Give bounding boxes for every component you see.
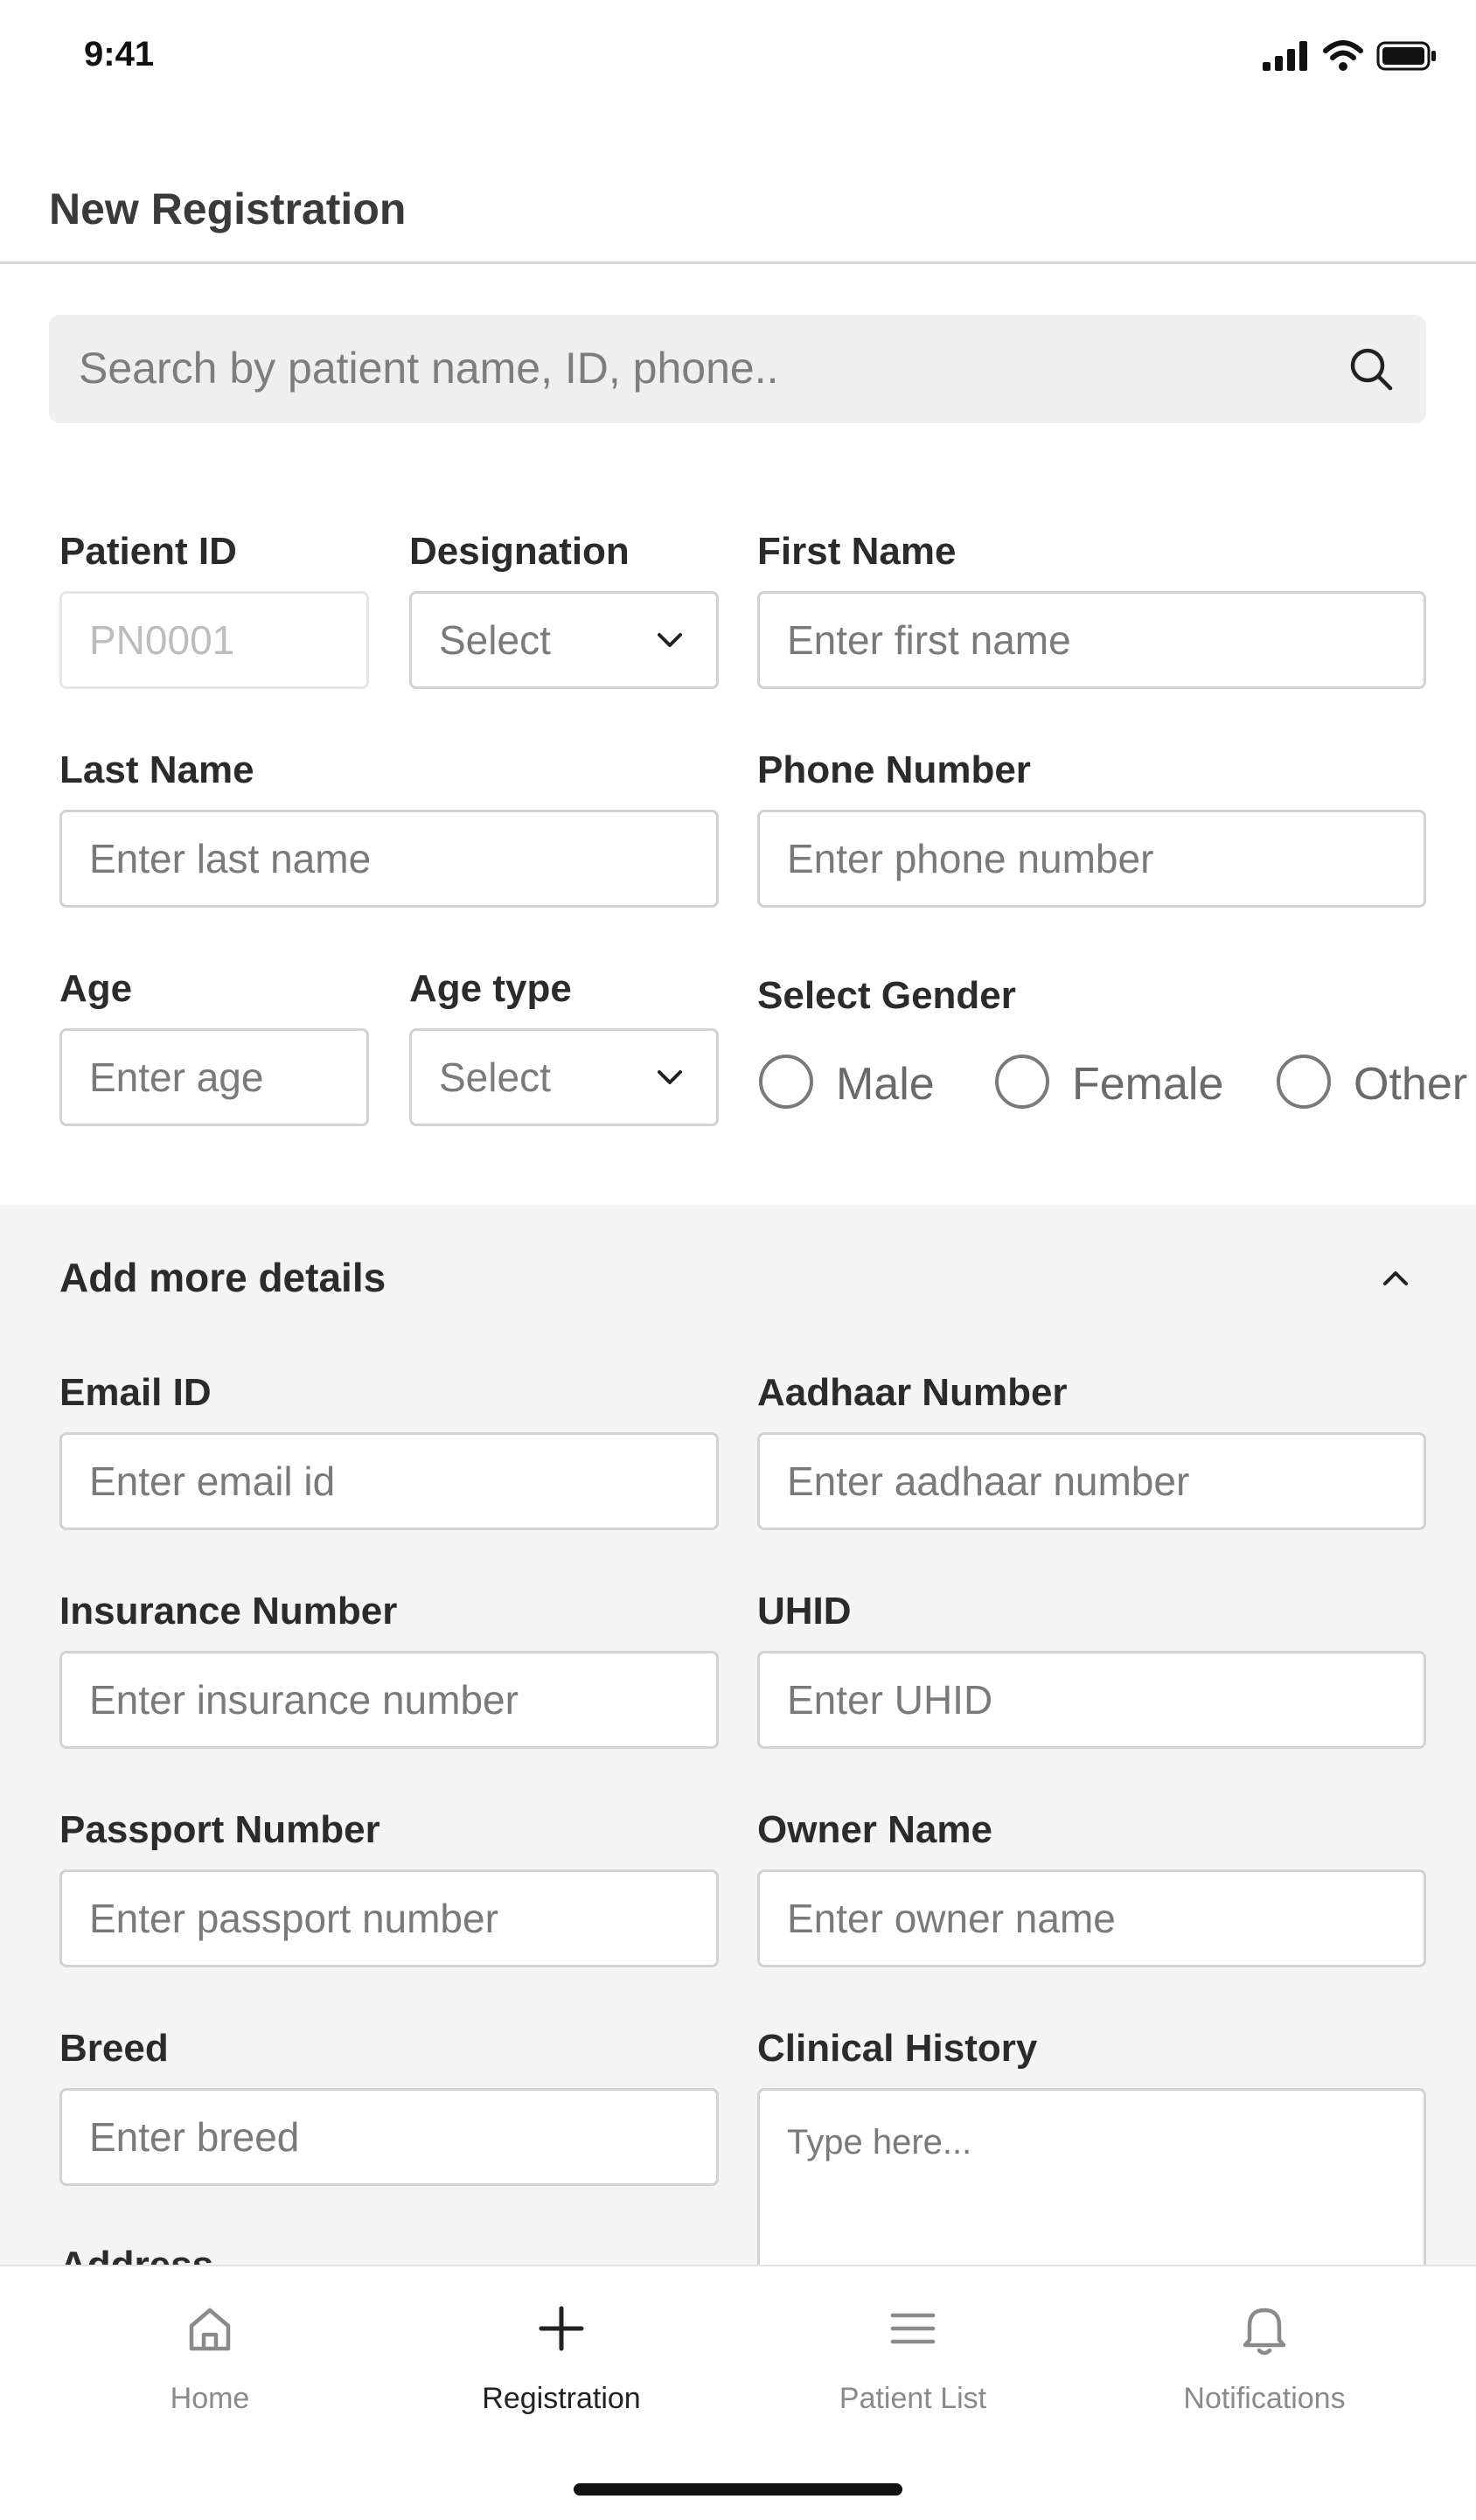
passport-placeholder: Enter passport number [89,1896,498,1941]
uhid-label: UHID [757,1590,852,1632]
insurance-label: Insurance Number [59,1590,398,1632]
gender-option-label: Other [1354,1059,1468,1110]
age-label: Age [59,967,133,1010]
more-details-toggle[interactable]: Add more details [59,1254,386,1301]
nav-item-home[interactable]: Home [79,2298,341,2455]
status-time: 9:41 [84,35,155,73]
gender-option-label: Female [1072,1059,1224,1110]
last-name-label: Last Name [59,748,254,791]
breed-label: Breed [59,2027,169,2070]
signal-icon [1263,41,1307,71]
gender-radio-other[interactable] [1277,1055,1331,1109]
nav-label-patient-list: Patient List [839,2382,987,2415]
nav-item-registration[interactable]: Registration [430,2298,693,2455]
last-name-placeholder: Enter last name [89,836,372,881]
search-placeholder: Search by patient name, ID, phone.. [79,344,779,393]
bottom-nav: Home Registration Patient List Notificat… [0,2265,1476,2520]
insurance-placeholder: Enter insurance number [89,1677,519,1723]
nav-label-home: Home [170,2382,250,2415]
nav-label-notifications: Notifications [1183,2382,1346,2415]
bell-icon [1243,2308,1286,2356]
gender-radio-male[interactable] [759,1055,813,1109]
aadhaar-label: Aadhaar Number [757,1371,1068,1414]
phone-number-placeholder: Enter phone number [787,836,1154,881]
clinical-history-placeholder: Type here... [787,2123,972,2161]
passport-label: Passport Number [59,1808,380,1851]
header-divider [0,261,1476,264]
chevron-down-icon [658,1070,682,1084]
uhid-placeholder: Enter UHID [787,1677,993,1723]
gender-label: Select Gender [757,974,1016,1017]
age-type-label: Age type [409,967,572,1010]
nav-item-patient-list[interactable]: Patient List [782,2298,1044,2455]
chevron-down-icon [658,633,682,647]
chevron-up-icon[interactable] [1378,1261,1413,1296]
email-label: Email ID [59,1371,212,1414]
breed-placeholder: Enter breed [89,2114,300,2160]
age-placeholder: Enter age [89,1055,264,1100]
owner-name-placeholder: Enter owner name [787,1896,1116,1941]
search-icon[interactable] [1347,345,1396,393]
age-type-value: Select [439,1055,551,1100]
patient-id-label: Patient ID [59,530,237,573]
designation-value: Select [439,617,551,663]
first-name-label: First Name [757,530,957,573]
wifi-icon [1323,40,1363,71]
aadhaar-placeholder: Enter aadhaar number [787,1458,1190,1504]
clinical-history-label: Clinical History [757,2027,1038,2070]
battery-icon [1376,41,1436,71]
list-icon [890,2313,936,2344]
email-placeholder: Enter email id [89,1458,336,1504]
home-icon [189,2308,231,2351]
plus-icon [539,2306,584,2351]
status-icons [1263,38,1438,73]
nav-item-notifications[interactable]: Notifications [1133,2298,1396,2455]
phone-number-label: Phone Number [757,748,1031,791]
gender-option-label: Male [836,1059,935,1110]
patient-id-value: PN0001 [89,617,235,663]
first-name-placeholder: Enter first name [787,617,1071,663]
page-title: New Registration [49,184,407,233]
gender-radio-female[interactable] [995,1055,1049,1109]
home-indicator [574,2483,902,2496]
owner-name-label: Owner Name [757,1808,992,1851]
nav-label-registration: Registration [482,2382,641,2415]
designation-label: Designation [409,530,630,573]
